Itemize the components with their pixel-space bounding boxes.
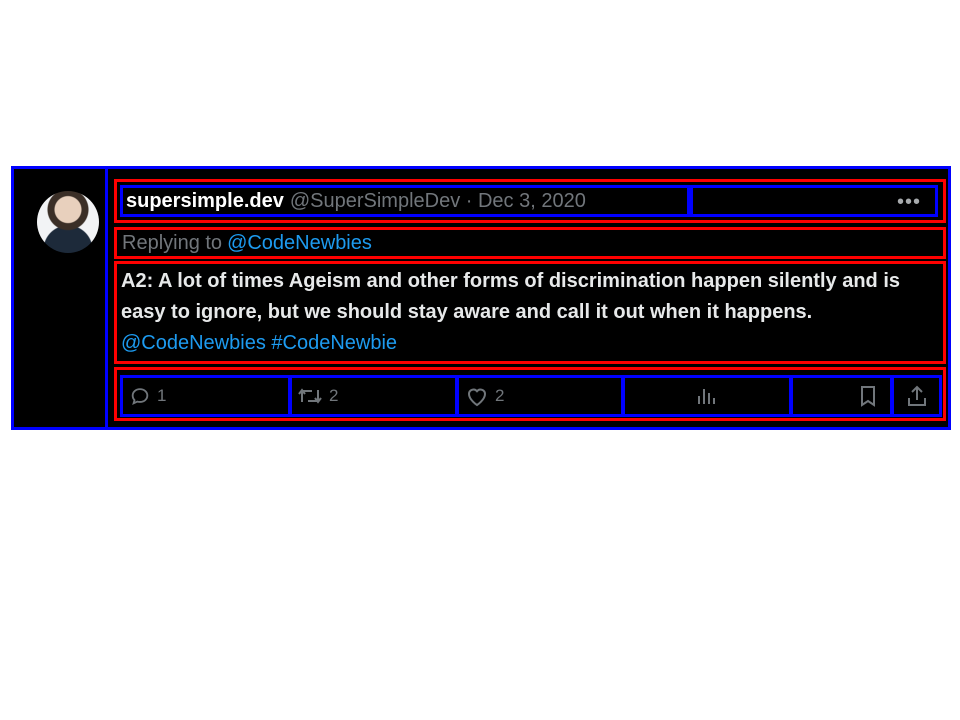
more-options-area[interactable]: •••: [690, 185, 938, 217]
reply-count: 1: [157, 386, 167, 405]
handle-and-date[interactable]: @SuperSimpleDev · Dec 3, 2020: [290, 190, 586, 213]
hashtag-link[interactable]: #CodeNewbie: [271, 332, 397, 354]
heart-icon: [465, 385, 489, 407]
replying-to-row: Replying to @CodeNewbies: [114, 227, 946, 259]
retweet-icon: [297, 385, 323, 407]
reply-icon: [129, 385, 151, 407]
author-info[interactable]: supersimple.dev @SuperSimpleDev · Dec 3,…: [120, 185, 690, 217]
like-count: 2: [495, 386, 505, 405]
avatar-column: [14, 169, 108, 427]
bookmark-icon: [858, 384, 878, 408]
retweet-button[interactable]: 2: [288, 375, 458, 417]
share-icon: [906, 384, 928, 408]
tweet-actions: 1 2 2: [114, 367, 946, 421]
avatar[interactable]: [37, 191, 99, 253]
views-icon: [696, 385, 718, 407]
views-button[interactable]: [622, 375, 792, 417]
display-name[interactable]: supersimple.dev: [126, 190, 284, 213]
bookmark-button[interactable]: [790, 375, 893, 417]
retweet-count: 2: [329, 386, 339, 405]
more-horizontal-icon[interactable]: •••: [897, 191, 921, 214]
tweet-content: supersimple.dev @SuperSimpleDev · Dec 3,…: [111, 169, 948, 427]
replying-to-user-link[interactable]: @CodeNewbies: [227, 232, 372, 255]
share-button[interactable]: [891, 375, 942, 417]
tweet-body: A2: A lot of times Ageism and other form…: [121, 270, 900, 323]
tweet-header: supersimple.dev @SuperSimpleDev · Dec 3,…: [114, 179, 946, 223]
tweet-text: A2: A lot of times Ageism and other form…: [121, 266, 941, 359]
replying-to-label: Replying to: [122, 231, 223, 254]
like-button[interactable]: 2: [456, 375, 624, 417]
tweet-card[interactable]: supersimple.dev @SuperSimpleDev · Dec 3,…: [11, 166, 951, 430]
mention-link[interactable]: @CodeNewbies: [121, 332, 266, 354]
tweet-text-box: A2: A lot of times Ageism and other form…: [114, 261, 946, 364]
reply-button[interactable]: 1: [120, 375, 292, 417]
